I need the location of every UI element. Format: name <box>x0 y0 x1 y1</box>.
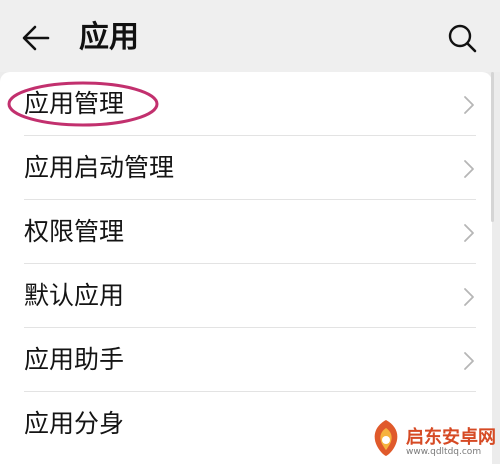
watermark-logo-icon <box>374 420 398 456</box>
app-bar: 应用 <box>0 0 500 72</box>
back-button[interactable] <box>18 20 54 56</box>
search-icon <box>448 24 477 53</box>
menu-item-label: 应用启动管理 <box>24 153 175 182</box>
watermark-url: www.qdltdq.com <box>406 447 482 457</box>
menu-item-label: 应用助手 <box>24 345 125 374</box>
chevron-right-icon <box>464 160 474 178</box>
menu-item-default-apps[interactable]: 默认应用 <box>0 264 492 328</box>
menu-item-label: 应用管理 <box>24 89 125 118</box>
chevron-right-icon <box>464 96 474 114</box>
menu-item-permission-management[interactable]: 权限管理 <box>0 200 492 264</box>
scrollbar-thumb[interactable] <box>491 72 494 222</box>
back-arrow-icon <box>22 25 50 51</box>
menu-item-label: 权限管理 <box>24 217 125 246</box>
menu-item-app-assistant[interactable]: 应用助手 <box>0 328 492 392</box>
chevron-right-icon <box>464 352 474 370</box>
chevron-right-icon <box>464 288 474 306</box>
menu-item-label: 默认应用 <box>24 281 125 310</box>
menu-item-app-management[interactable]: 应用管理 <box>0 72 492 136</box>
search-button[interactable] <box>444 20 480 56</box>
page-title: 应用 <box>79 20 139 55</box>
chevron-right-icon <box>464 224 474 242</box>
menu-item-app-launch-management[interactable]: 应用启动管理 <box>0 136 492 200</box>
watermark: 启东安卓网 www.qdltdq.com <box>370 415 498 461</box>
watermark-name: 启东安卓网 <box>406 427 496 448</box>
menu-item-label: 应用分身 <box>24 409 125 438</box>
settings-list: 应用管理 应用启动管理 权限管理 默认应用 应用助手 应用分身 <box>0 72 492 464</box>
